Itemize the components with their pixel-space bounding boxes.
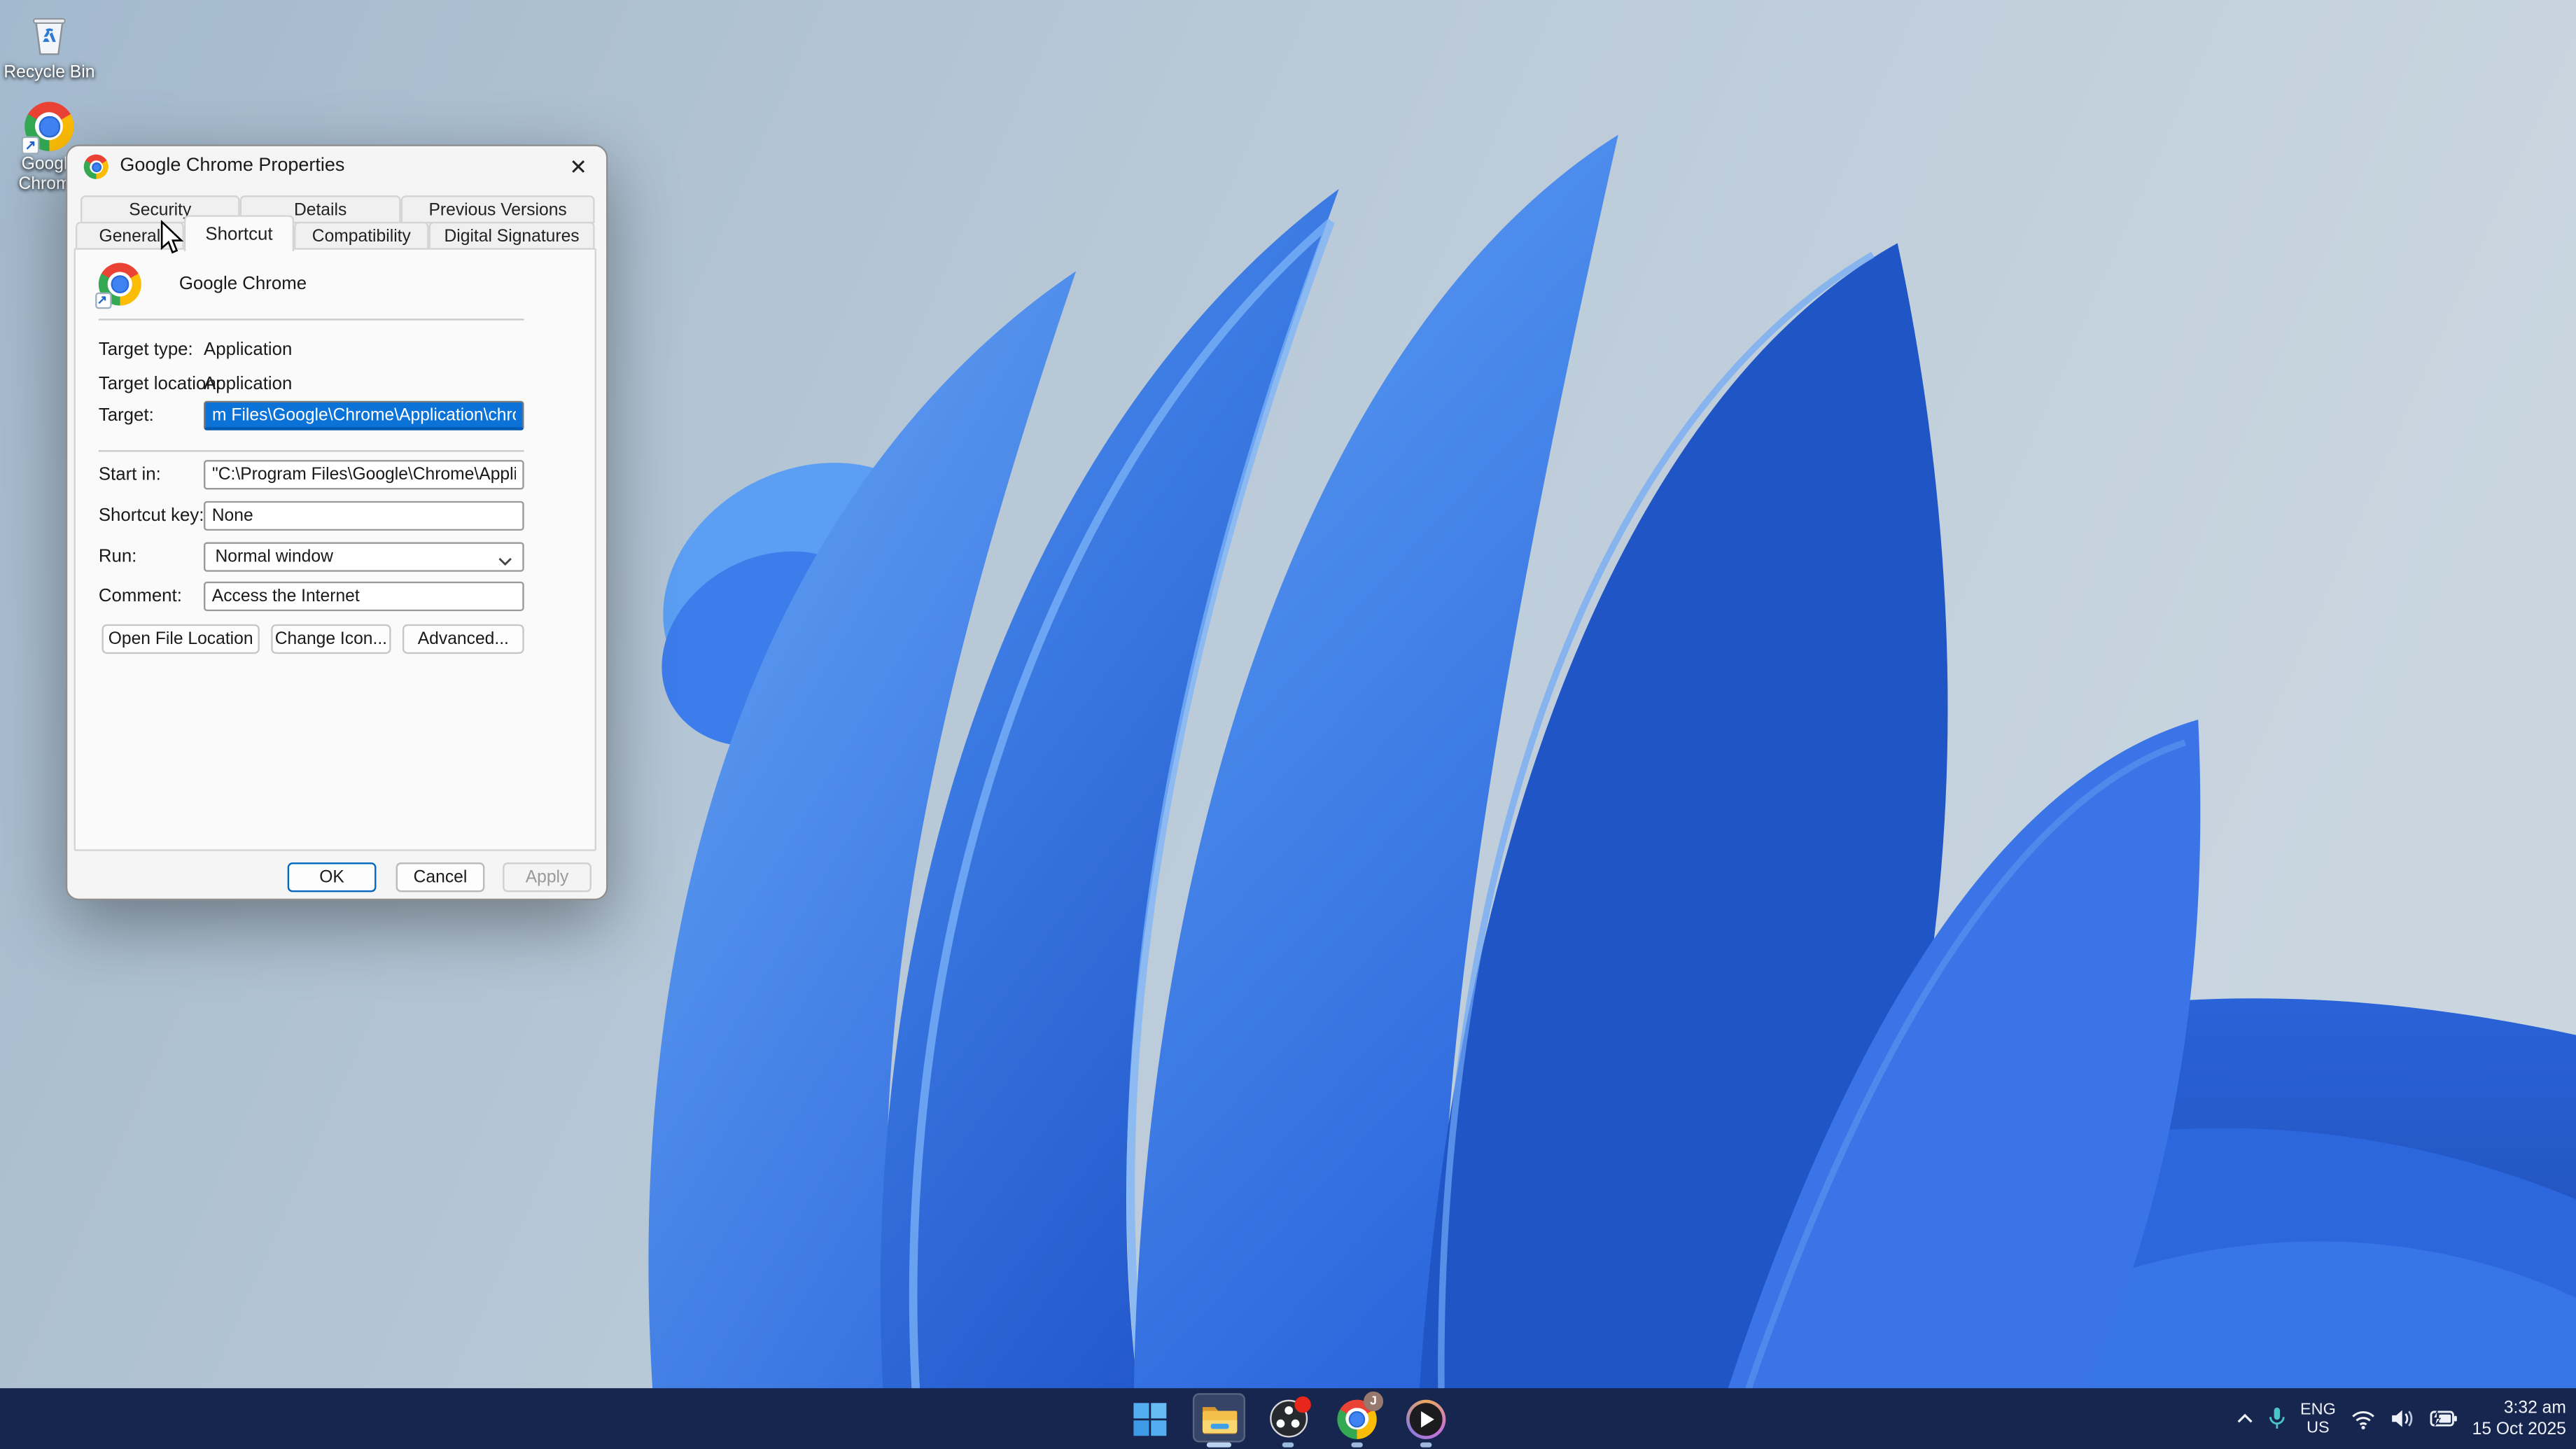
apply-button[interactable]: Apply	[503, 862, 592, 892]
start-in-input[interactable]	[204, 460, 524, 489]
shortcut-arrow-icon: ↗	[22, 136, 40, 155]
shortcut-tab-page: ↗ Google Chrome Target type: Application…	[74, 248, 596, 850]
button-label: Apply	[526, 867, 569, 887]
wifi-button[interactable]	[2351, 1409, 2375, 1429]
tab-label: General	[99, 226, 161, 246]
tab-label: Previous Versions	[428, 200, 566, 219]
speaker-icon	[2390, 1408, 2414, 1429]
tab-compatibility[interactable]: Compatibility	[294, 222, 428, 250]
button-label: Change Icon...	[275, 629, 387, 649]
change-icon-button[interactable]: Change Icon...	[271, 624, 391, 654]
run-dropdown[interactable]: Normal window	[204, 542, 524, 571]
tab-label: Details	[294, 200, 346, 219]
advanced-button[interactable]: Advanced...	[402, 624, 524, 654]
dialog-title: Google Chrome Properties	[120, 156, 344, 176]
running-indicator	[1207, 1443, 1231, 1448]
tab-label: Shortcut	[205, 224, 272, 244]
media-player-icon	[1406, 1399, 1446, 1438]
button-label: Open File Location	[108, 629, 253, 649]
windows-logo-icon	[1132, 1401, 1168, 1437]
taskbar-file-explorer[interactable]	[1189, 1388, 1248, 1449]
run-value: Normal window	[215, 547, 332, 567]
language-switcher[interactable]: ENG US	[2300, 1401, 2336, 1437]
taskbar-center-icons: J	[1121, 1388, 1456, 1449]
microphone-indicator[interactable]	[2269, 1406, 2285, 1431]
running-indicator	[1351, 1443, 1362, 1448]
mouse-cursor	[160, 220, 184, 264]
running-indicator	[1282, 1443, 1294, 1448]
language-line1: ENG	[2300, 1401, 2336, 1419]
desktop-icon-label: Recycle Bin	[4, 62, 95, 82]
running-indicator	[1420, 1443, 1432, 1448]
language-line2: US	[2300, 1419, 2336, 1437]
start-in-label: Start in:	[99, 465, 161, 484]
cancel-button[interactable]: Cancel	[396, 862, 485, 892]
desktop-icon-recycle-bin[interactable]: Recycle Bin	[4, 10, 95, 82]
target-label: Target:	[99, 406, 154, 426]
comment-input[interactable]	[204, 582, 524, 611]
taskbar-obs-studio[interactable]	[1259, 1388, 1317, 1449]
shortcut-arrow-icon: ↗	[95, 293, 111, 309]
divider	[99, 318, 524, 320]
volume-button[interactable]	[2390, 1408, 2414, 1429]
desktop-screen: Recycle Bin ↗ Google Chrome Google Chrom…	[0, 0, 2576, 1449]
clock[interactable]: 3:32 am 15 Oct 2025	[2472, 1398, 2566, 1439]
time-text: 3:32 am	[2472, 1398, 2566, 1418]
shortcut-key-input[interactable]	[204, 501, 524, 531]
tab-digital-signatures[interactable]: Digital Signatures	[429, 222, 595, 250]
chrome-icon: ↗	[24, 102, 74, 151]
chrome-icon: J	[1337, 1399, 1376, 1438]
play-icon	[1421, 1410, 1434, 1427]
microphone-icon	[2269, 1406, 2285, 1431]
shortcut-name: Google Chrome	[179, 274, 307, 294]
battery-charging-icon	[2430, 1410, 2458, 1428]
file-explorer-icon	[1200, 1403, 1238, 1434]
run-label: Run:	[99, 547, 137, 567]
button-label: Cancel	[414, 867, 468, 887]
start-button[interactable]	[1121, 1388, 1180, 1449]
taskbar-google-chrome[interactable]: J	[1327, 1388, 1386, 1449]
system-tray: ENG US	[2236, 1388, 2566, 1449]
hidden-icons-button[interactable]	[2236, 1413, 2254, 1424]
comment-label: Comment:	[99, 587, 182, 606]
obs-icon	[1269, 1400, 1307, 1438]
date-text: 15 Oct 2025	[2472, 1419, 2566, 1439]
wifi-icon	[2351, 1409, 2375, 1429]
target-input[interactable]	[204, 401, 524, 430]
taskbar-media-player[interactable]	[1396, 1388, 1455, 1449]
recycle-bin-icon	[24, 10, 74, 59]
chevron-up-icon	[2236, 1413, 2254, 1424]
open-file-location-button[interactable]: Open File Location	[102, 624, 260, 654]
tab-label: Digital Signatures	[444, 226, 579, 246]
tab-label: Security	[129, 200, 191, 219]
profile-badge: J	[1364, 1391, 1383, 1410]
target-location-value: Application	[204, 374, 292, 394]
target-location-label: Target location:	[99, 374, 221, 394]
chrome-icon	[84, 155, 108, 179]
taskbar: J	[0, 1388, 2576, 1449]
chevron-down-icon	[498, 552, 512, 572]
chrome-icon: ↗	[99, 263, 141, 306]
tab-label: Compatibility	[312, 226, 411, 246]
divider	[99, 450, 524, 451]
button-label: Advanced...	[418, 629, 509, 649]
close-icon[interactable]: ✕	[559, 150, 598, 184]
dialog-titlebar[interactable]: Google Chrome Properties ✕	[67, 146, 606, 189]
button-label: OK	[319, 867, 344, 887]
recording-badge	[1294, 1396, 1310, 1413]
tab-previous-versions[interactable]: Previous Versions	[401, 195, 595, 223]
chrome-properties-dialog: Google Chrome Properties ✕ Security Deta…	[66, 145, 608, 901]
ok-button[interactable]: OK	[288, 862, 377, 892]
target-type-label: Target type:	[99, 340, 193, 360]
battery-button[interactable]	[2430, 1410, 2458, 1428]
target-type-value: Application	[204, 340, 292, 360]
tab-shortcut[interactable]: Shortcut	[184, 215, 294, 251]
shortcut-key-label: Shortcut key:	[99, 506, 204, 526]
